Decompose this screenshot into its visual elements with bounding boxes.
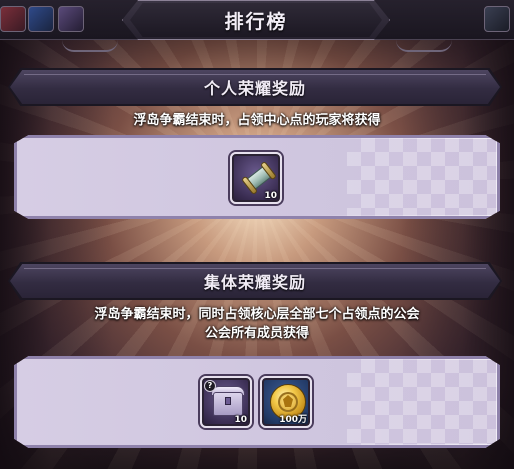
collective-reward-panel <box>14 356 500 448</box>
item-quantity: 100万 <box>279 415 307 425</box>
panel-pattern <box>347 359 497 445</box>
reward-item-scroll[interactable]: 10 <box>230 152 282 204</box>
reward-item-gold[interactable]: 100万 <box>260 376 312 428</box>
item-quantity: 10 <box>234 415 247 425</box>
item-quantity: 10 <box>264 191 277 201</box>
menu-shortcut-icon-2[interactable] <box>28 6 54 32</box>
collective-reward-description-line2: 公会所有成员获得 <box>204 326 309 341</box>
title-flourish-right <box>396 40 452 52</box>
collective-reward-title: 集体荣耀奖励 <box>203 273 306 292</box>
collective-reward-description-line1: 浮岛争霸结束时，同时占领核心层全部七个占领点的公会 <box>94 307 420 322</box>
page-title: 排行榜 <box>224 10 288 33</box>
personal-reward-description: 浮岛争霸结束时，占领中心点的玩家将获得 <box>133 113 381 128</box>
menu-shortcut-icon-3[interactable] <box>58 6 84 32</box>
menu-shortcut-icon-4[interactable] <box>484 6 510 32</box>
panel-pattern <box>347 138 497 216</box>
info-badge[interactable]: ? <box>204 380 216 392</box>
menu-shortcut-icon-1[interactable] <box>0 6 26 32</box>
reward-item-chest[interactable]: ? 10 <box>200 376 252 428</box>
title-flourish-left <box>62 40 118 52</box>
personal-reward-title: 个人荣耀奖励 <box>203 79 306 98</box>
